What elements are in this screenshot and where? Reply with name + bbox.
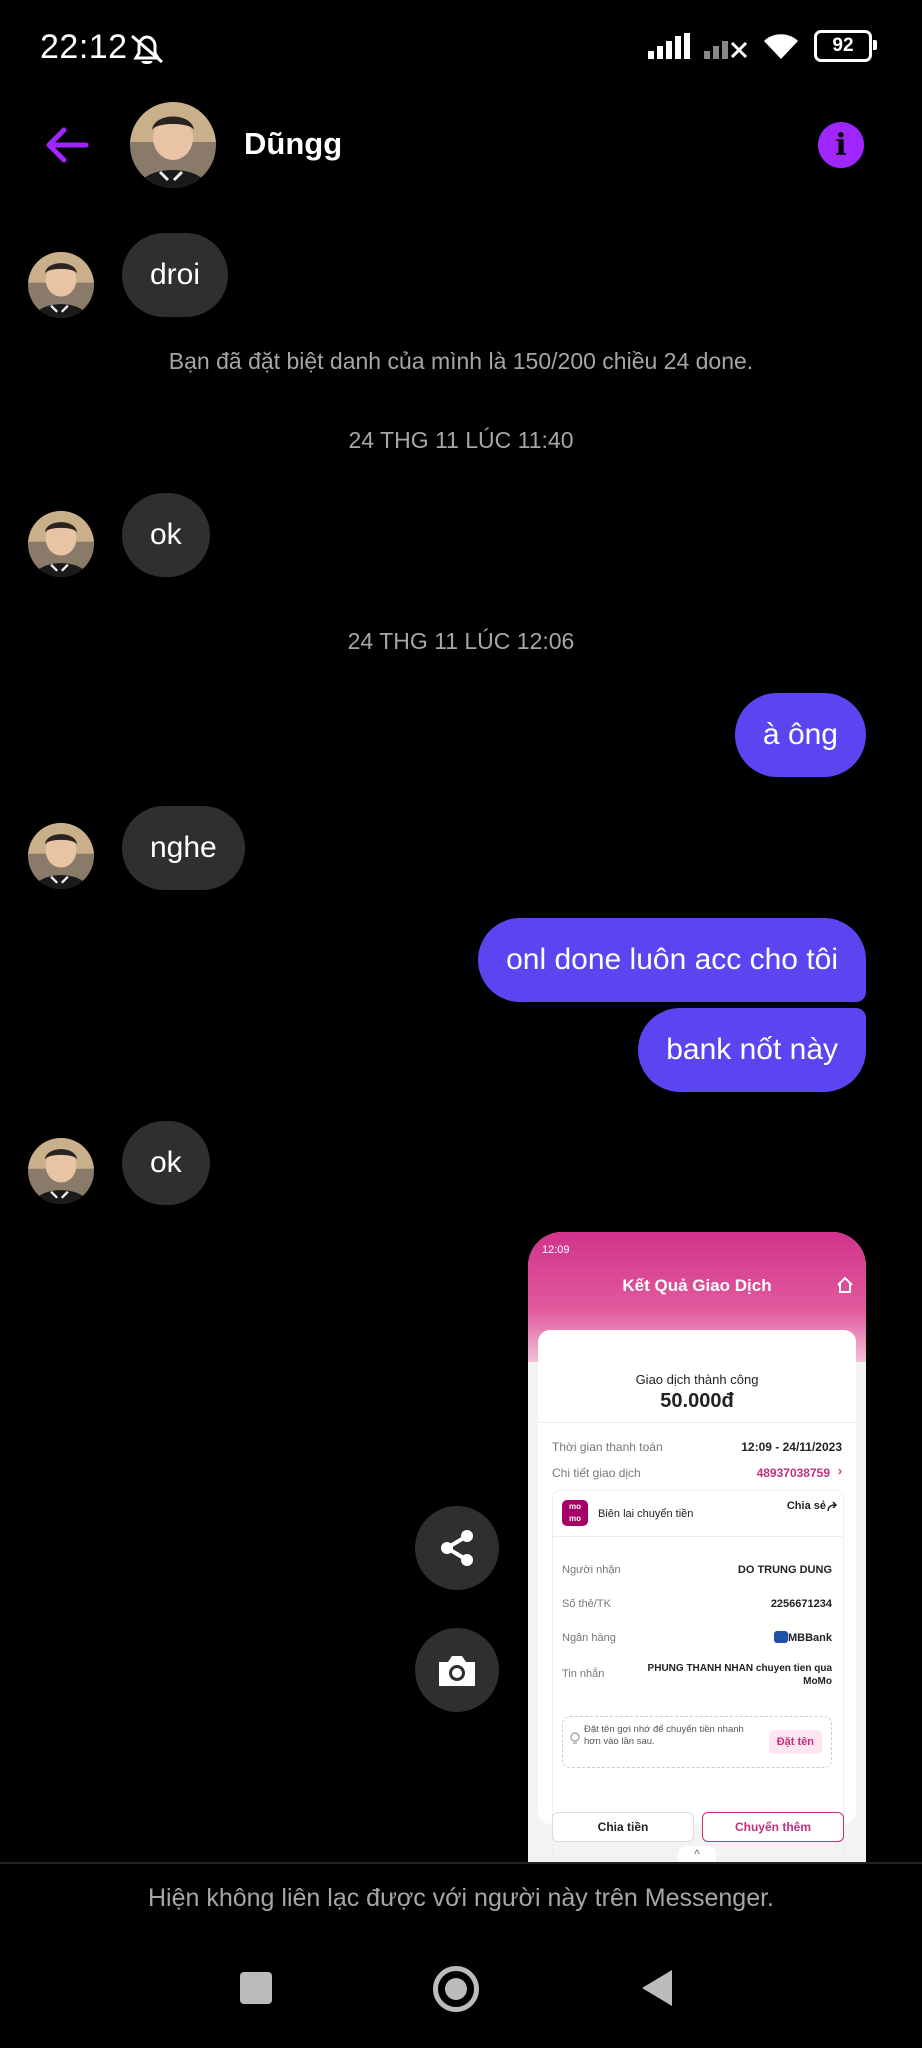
sender-avatar[interactable] [28,252,94,318]
transfer-more-button[interactable]: Chuyển thêm [702,1812,844,1842]
sender-avatar[interactable] [28,823,94,889]
divider [538,1422,856,1423]
back-button[interactable] [40,118,94,172]
home-icon [836,1276,854,1299]
split-money-button[interactable]: Chia tiền [552,1812,694,1842]
message-value: PHUNG THANH NHAN chuyen tien qua MoMo [647,1663,832,1687]
timestamp: 24 THG 11 LÚC 12:06 [347,628,575,654]
camera-button[interactable] [415,1628,499,1712]
recipient-label: Người nhận [562,1564,621,1576]
status-time: 22:12 [40,28,128,66]
signal-no-service-icon [704,41,748,59]
contact-avatar[interactable] [130,102,216,188]
status-indicators: 92 [648,30,877,62]
receipt-success-label: Giao dịch thành công [635,1372,759,1387]
unavailable-notice: Hiện không liên lạc được với người này t… [147,1884,774,1912]
home-button[interactable] [433,1966,479,2012]
message-incoming[interactable]: ok [122,1121,210,1205]
sender-avatar[interactable] [28,511,94,577]
receipt-time-label: Thời gian thanh toán [552,1440,663,1454]
divider [0,1862,922,1864]
message-outgoing[interactable]: à ông [734,693,866,777]
info-icon: i [835,127,847,163]
contact-name[interactable]: Dũngg [244,126,342,162]
account-value: 2256671234 [770,1598,832,1610]
recipient-value: DO TRUNG DUNG [737,1564,832,1576]
sender-avatar[interactable] [28,1138,94,1204]
message-incoming[interactable]: droi [122,233,229,317]
chevron-up-icon: ^ [678,1846,716,1862]
signal-icon [648,33,690,59]
wifi-icon [764,34,798,59]
receipt-transfer-label: Biên lai chuyển tiền [598,1508,694,1520]
receipt-time-value: 12:09 - 24/11/2023 [741,1440,842,1454]
triangle-back-icon [642,1970,672,2006]
message-outgoing[interactable]: bank nốt này [638,1008,866,1092]
account-label: Số thẻ/TK [562,1598,611,1610]
shared-image-receipt[interactable]: 12:09 Kết Quả Giao Dịch Giao dịch thành … [528,1232,866,1862]
receipt-detail-value: 48937038759 [756,1466,830,1480]
share-icon [441,1530,473,1566]
lightbulb-icon [570,1732,580,1751]
message-incoming[interactable]: ok [122,493,210,577]
bank-value: MBBank [787,1632,832,1644]
recent-apps-button[interactable] [240,1972,272,2004]
message-incoming[interactable]: nghe [122,806,245,890]
set-nickname-button[interactable]: Đặt tên [768,1730,822,1754]
nickname-hint-text: Đặt tên gợi nhớ để chuyển tiền nhanh hơn… [584,1724,744,1747]
share-button[interactable] [415,1506,499,1590]
home-dot-icon [445,1978,467,2000]
nav-back-button[interactable] [640,1968,674,2013]
momo-logo: mo mo [562,1500,588,1526]
receipt-share-label: Chia sẻ [786,1500,826,1512]
receipt-card: Giao dịch thành công 50.000đ Thời gian t… [538,1330,856,1862]
receipt-amount: 50.000đ [660,1390,734,1412]
message-label: Tin nhắn [562,1668,605,1680]
camera-icon [439,1656,475,1686]
receipt-title: Kết Quả Giao Dịch [622,1276,772,1295]
share-arrow-icon [826,1500,838,1518]
mbbank-logo-icon [774,1631,788,1643]
timestamp: 24 THG 11 LÚC 11:40 [348,427,574,453]
system-nickname-notice: Bạn đã đặt biệt danh của mình là 150/200… [168,348,754,374]
mute-bell-icon [128,32,166,71]
chevron-right-icon: › [838,1464,842,1478]
message-outgoing[interactable]: onl done luôn acc cho tôi [478,918,866,1002]
receipt-status-time: 12:09 [542,1244,570,1256]
info-button[interactable]: i [818,122,864,168]
receipt-detail-label: Chi tiết giao dịch [552,1466,641,1480]
battery-indicator: 92 [814,30,877,62]
back-arrow-icon [46,127,89,163]
bank-label: Ngân hàng [562,1632,616,1644]
divider [552,1536,842,1537]
